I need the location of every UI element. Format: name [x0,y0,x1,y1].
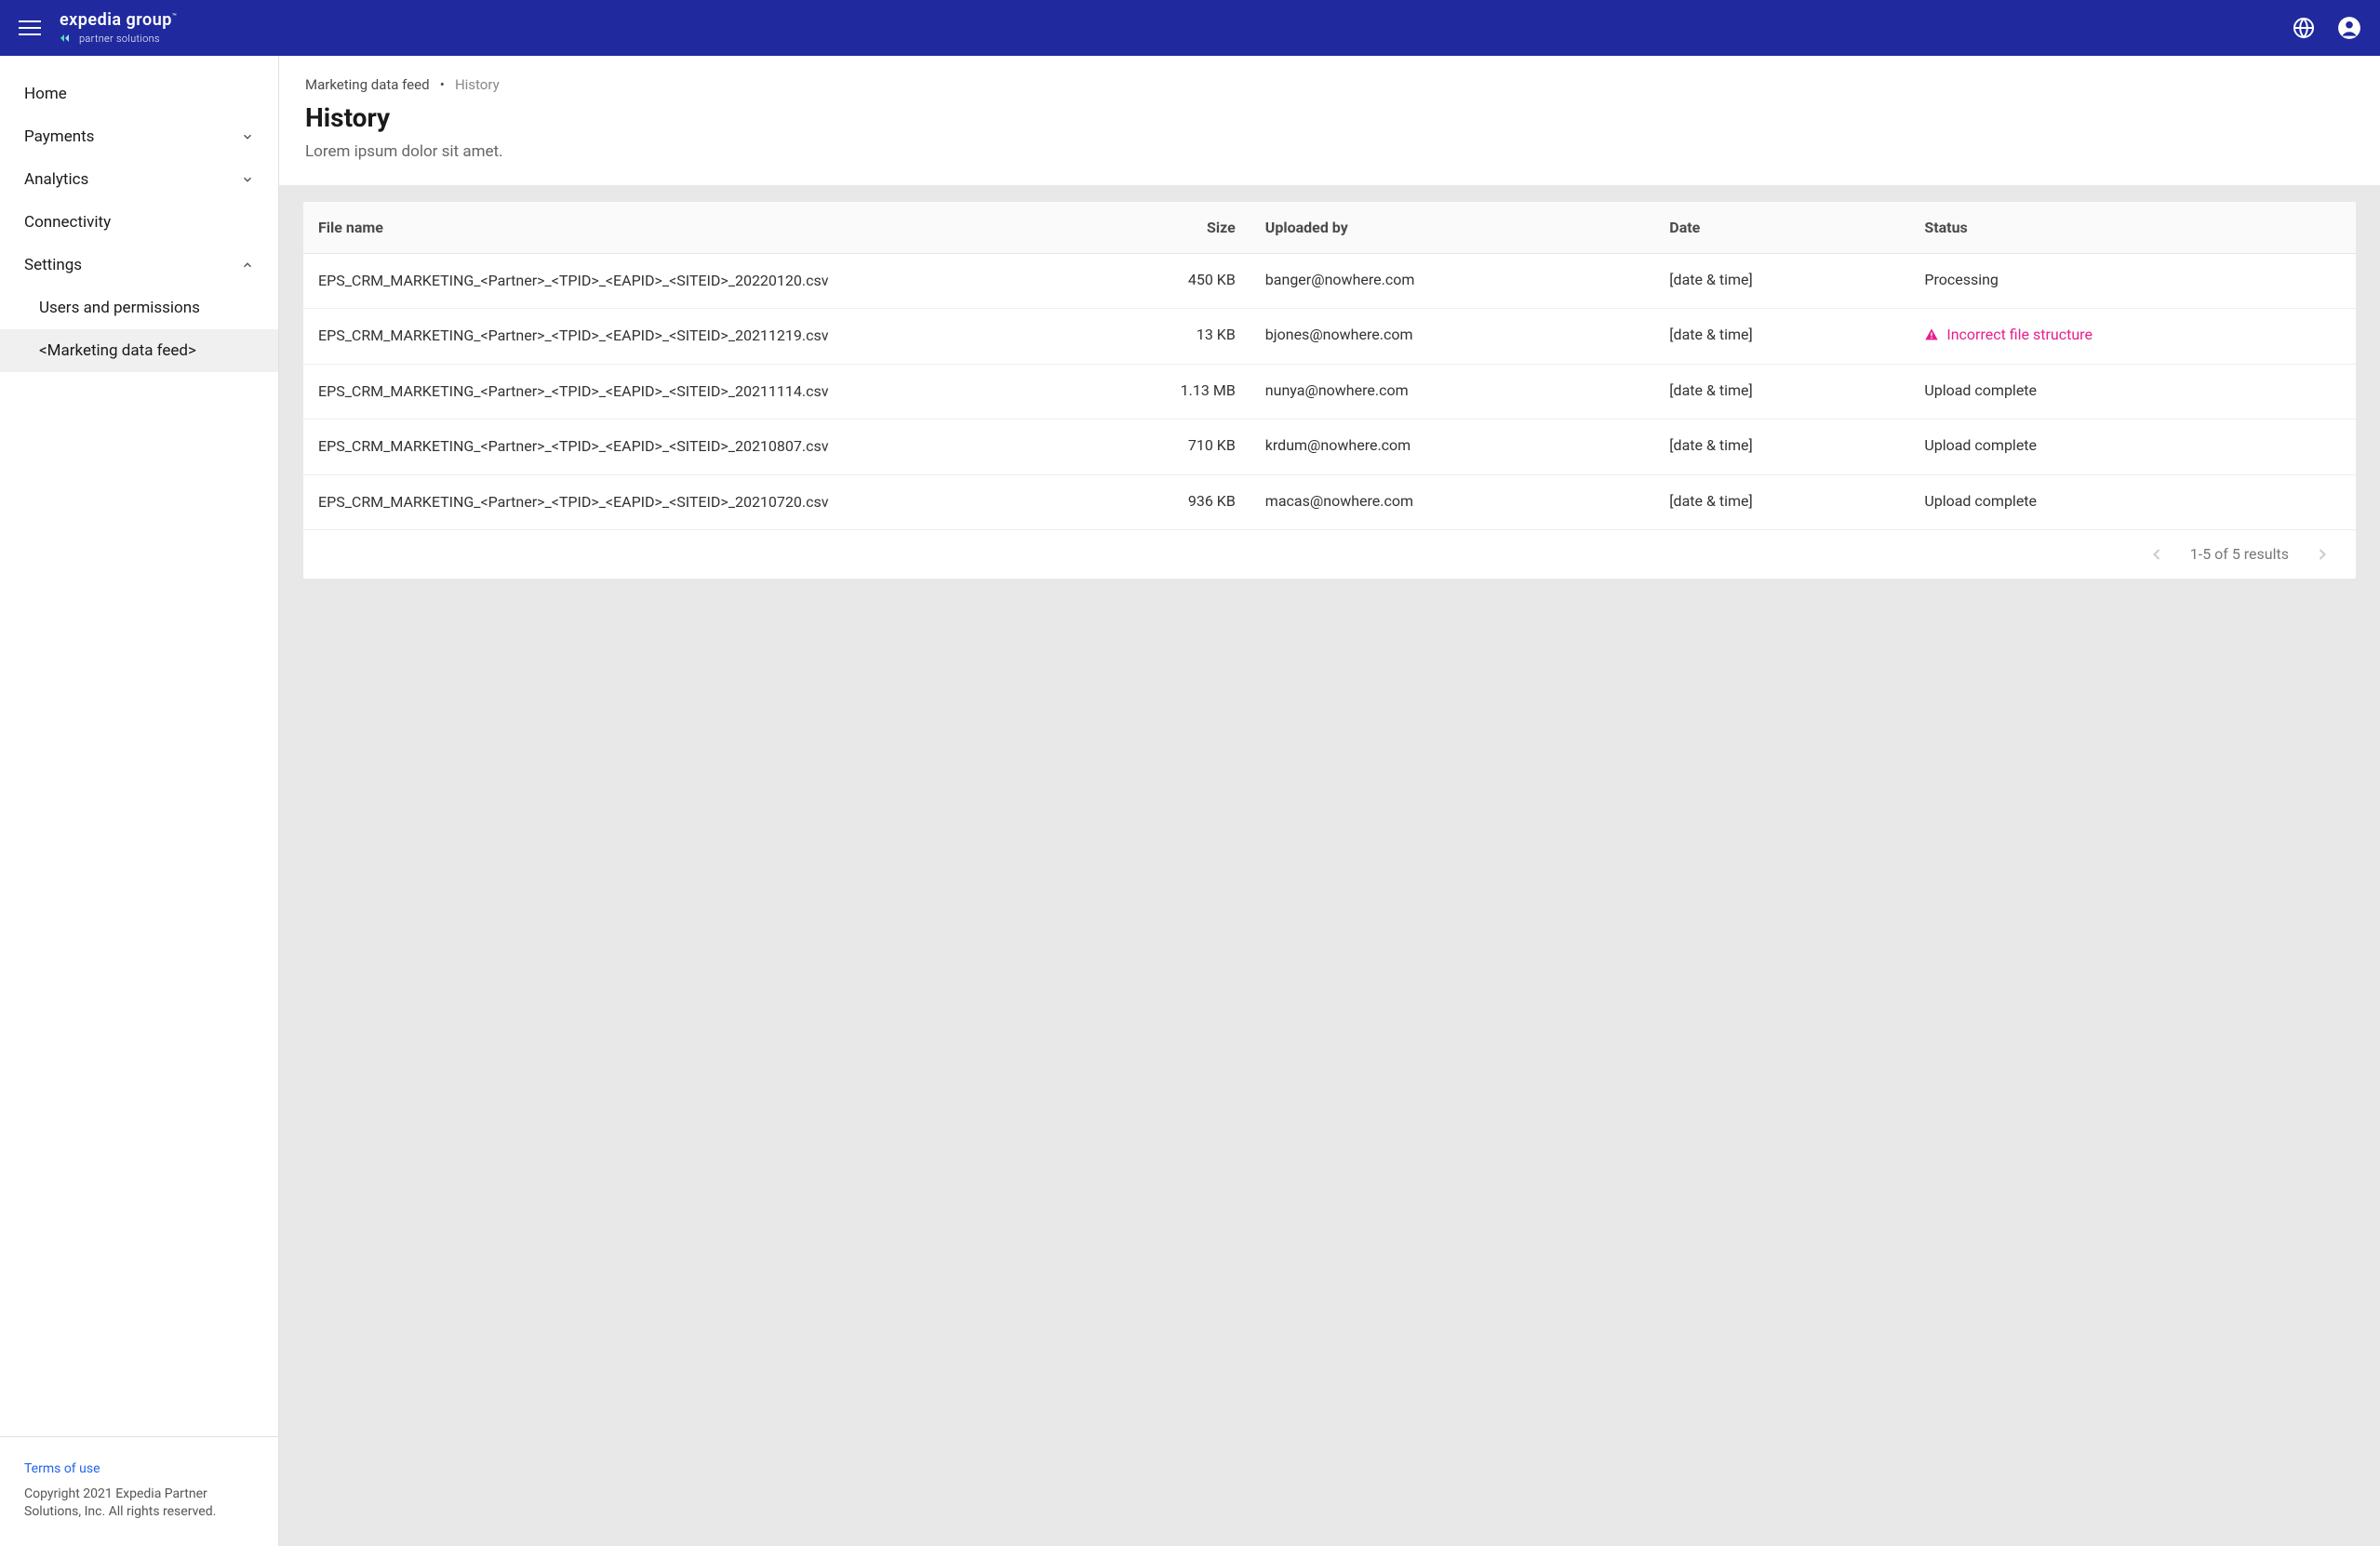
cell-status: Processing [1909,254,2356,309]
account-button[interactable] [2337,16,2361,40]
header-left: expedia group™ partner solutions [19,12,177,44]
cell-filename: EPS_CRM_MARKETING_<Partner>_<TPID>_<EAPI… [303,254,1059,309]
cell-filename: EPS_CRM_MARKETING_<Partner>_<TPID>_<EAPI… [303,364,1059,419]
copyright-text: Copyright 2021 Expedia Partner Solutions… [24,1486,254,1522]
cell-size: 710 KB [1059,420,1250,474]
cell-size: 450 KB [1059,254,1250,309]
logo-chevrons-icon [60,33,74,44]
table-wrapper: File name Size Uploaded by Date Status E… [303,202,2356,579]
cell-date: [date & time] [1654,474,1909,529]
cell-filename: EPS_CRM_MARKETING_<Partner>_<TPID>_<EAPI… [303,420,1059,474]
history-table: File name Size Uploaded by Date Status E… [303,202,2356,530]
sidebar: Home Payments Analytics Connectivity Set… [0,56,279,1546]
cell-status: Upload complete [1909,364,2356,419]
col-header-status: Status [1909,202,2356,254]
table-row: EPS_CRM_MARKETING_<Partner>_<TPID>_<EAPI… [303,474,2356,529]
pagination-next-button[interactable] [2313,545,2332,564]
nav-item-payments[interactable]: Payments [0,115,278,158]
app-header: expedia group™ partner solutions [0,0,2380,56]
nav-item-analytics[interactable]: Analytics [0,158,278,201]
nav-label: Connectivity [24,213,111,232]
table-row: EPS_CRM_MARKETING_<Partner>_<TPID>_<EAPI… [303,254,2356,309]
cell-date: [date & time] [1654,364,1909,419]
pagination-text: 1-5 of 5 results [2190,545,2289,563]
warning-icon [1924,327,1939,342]
col-header-uploaded-by: Uploaded by [1250,202,1655,254]
pagination: 1-5 of 5 results [303,530,2356,579]
nav-item-home[interactable]: Home [0,73,278,115]
cell-uploaded-by: macas@nowhere.com [1250,474,1655,529]
nav-label: Settings [24,256,82,274]
col-header-date: Date [1654,202,1909,254]
cell-date: [date & time] [1654,420,1909,474]
cell-filename: EPS_CRM_MARKETING_<Partner>_<TPID>_<EAPI… [303,309,1059,364]
table-row: EPS_CRM_MARKETING_<Partner>_<TPID>_<EAPI… [303,420,2356,474]
status-error: Incorrect file structure [1924,326,2341,343]
page-subtitle: Lorem ipsum dolor sit amet. [305,142,2354,161]
page-title: History [305,102,2354,133]
nav-label: Analytics [24,170,88,189]
nav-item-connectivity[interactable]: Connectivity [0,201,278,244]
chevron-down-icon [241,173,254,186]
logo: expedia group™ partner solutions [60,12,177,44]
cell-size: 1.13 MB [1059,364,1250,419]
logo-top-text: expedia group [60,10,172,30]
col-header-filename: File name [303,202,1059,254]
chevron-up-icon [241,259,254,272]
terms-link[interactable]: Terms of use [24,1461,254,1476]
logo-bottom-text: partner solutions [79,33,160,44]
breadcrumb-current: History [455,76,500,93]
cell-date: [date & time] [1654,254,1909,309]
cell-date: [date & time] [1654,309,1909,364]
cell-status: Incorrect file structure [1909,309,2356,364]
cell-status: Upload complete [1909,420,2356,474]
cell-uploaded-by: bjones@nowhere.com [1250,309,1655,364]
cell-uploaded-by: nunya@nowhere.com [1250,364,1655,419]
nav-label: Users and permissions [39,299,200,317]
header-right [2293,16,2361,40]
nav-subitem-users-permissions[interactable]: Users and permissions [0,287,278,329]
cell-size: 936 KB [1059,474,1250,529]
cell-status: Upload complete [1909,474,2356,529]
nav-item-settings[interactable]: Settings [0,244,278,287]
status-text: Incorrect file structure [1946,326,2093,343]
breadcrumb-separator: • [440,76,445,93]
nav-label: Home [24,85,67,103]
menu-toggle-button[interactable] [19,17,41,39]
main-content: Marketing data feed • History History Lo… [279,56,2380,1546]
pagination-prev-button[interactable] [2147,545,2166,564]
sidebar-footer: Terms of use Copyright 2021 Expedia Part… [0,1436,278,1546]
table-row: EPS_CRM_MARKETING_<Partner>_<TPID>_<EAPI… [303,309,2356,364]
main-header: Marketing data feed • History History Lo… [279,56,2380,185]
nav-label: Payments [24,127,94,146]
chevron-down-icon [241,130,254,143]
breadcrumb-parent[interactable]: Marketing data feed [305,76,430,93]
table-row: EPS_CRM_MARKETING_<Partner>_<TPID>_<EAPI… [303,364,2356,419]
cell-uploaded-by: banger@nowhere.com [1250,254,1655,309]
nav-subitem-marketing-data-feed[interactable]: <Marketing data feed> [0,329,278,372]
cell-size: 13 KB [1059,309,1250,364]
breadcrumb: Marketing data feed • History [305,76,2354,93]
cell-uploaded-by: krdum@nowhere.com [1250,420,1655,474]
nav-label: <Marketing data feed> [39,341,196,360]
nav-list: Home Payments Analytics Connectivity Set… [0,56,278,372]
cell-filename: EPS_CRM_MARKETING_<Partner>_<TPID>_<EAPI… [303,474,1059,529]
col-header-size: Size [1059,202,1250,254]
language-button[interactable] [2293,17,2315,39]
